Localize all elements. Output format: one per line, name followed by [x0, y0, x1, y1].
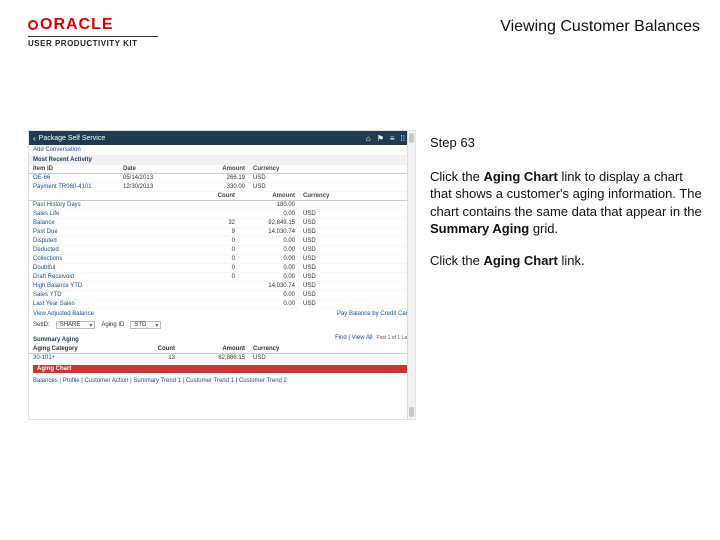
- bottom-tabs[interactable]: Balances | Profile | Customer Action | S…: [29, 376, 415, 386]
- page-title: Viewing Customer Balances: [500, 18, 700, 36]
- table-row: Disputed00.00USD: [29, 237, 415, 246]
- table-row: 30-101+ 13 82,866.15 USD: [29, 354, 415, 362]
- view-adjusted-link[interactable]: View Adjusted Balance: [33, 311, 94, 317]
- brand-product: USER PRODUCTIVITY KIT: [28, 39, 158, 48]
- home-icon[interactable]: ⌂: [366, 134, 371, 143]
- brand-logo: ORACLE: [28, 16, 158, 34]
- table-row: OE-66 05/14/2013 266.19 USD: [29, 174, 415, 183]
- table-row: Sales Life0.00USD: [29, 210, 415, 219]
- table-row: Deducted00.00USD: [29, 246, 415, 255]
- summary-aging-title: Summary Aging: [33, 334, 83, 344]
- pay-credit-link[interactable]: Pay Balance by Credit Card: [337, 311, 411, 317]
- app-screenshot: ‹ Package Self Service ⌂ ⚑ ≡ ⁞⁞ Add Conv…: [28, 130, 416, 420]
- grid-icon[interactable]: ⁞⁞: [401, 134, 405, 143]
- scrollbar[interactable]: [407, 131, 415, 419]
- table-row: High Balance YTD14,030.74USD: [29, 282, 415, 291]
- flag-icon[interactable]: ⚑: [377, 134, 384, 143]
- add-conversation-link[interactable]: Add Conversation: [29, 145, 415, 155]
- table-row: Balance3292,849.15USD: [29, 219, 415, 228]
- balance-grid-header: Count Amount Currency: [29, 192, 415, 201]
- setid-select[interactable]: SHARE: [56, 321, 96, 329]
- instruction-panel: Step 63 Click the Aging Chart link to di…: [430, 130, 702, 520]
- back-icon[interactable]: ‹: [33, 134, 36, 143]
- table-row: Past Due914,030.74USD: [29, 228, 415, 237]
- aging-grid-header: Aging Category Count Amount Currency: [29, 345, 415, 354]
- instruction-paragraph: Click the Aging Chart link.: [430, 252, 702, 270]
- table-row: Sales YTD0.00USD: [29, 291, 415, 300]
- menu-icon[interactable]: ≡: [390, 134, 395, 143]
- item-link[interactable]: OE-66: [33, 175, 123, 181]
- aging-selectors: SetID: SHARE Aging ID STD: [29, 319, 415, 331]
- step-label: Step 63: [430, 134, 702, 152]
- table-row: Doubtful00.00USD: [29, 264, 415, 273]
- table-row: Last Year Sales0.00USD: [29, 300, 415, 309]
- table-row: Draft Receivoid00.00USD: [29, 273, 415, 282]
- table-row: Payment TR060-4101 12/30/2013 330.00 USD: [29, 183, 415, 192]
- item-link[interactable]: Payment TR060-4101: [33, 184, 123, 190]
- aging-category-link[interactable]: 30-101+: [33, 355, 123, 361]
- table-row: Past History Days180.00: [29, 201, 415, 210]
- table-row: Collections00.00USD: [29, 255, 415, 264]
- find-viewall-link[interactable]: Find | View All: [335, 335, 372, 341]
- pager[interactable]: First 1 of 1 Last: [377, 335, 411, 341]
- recent-grid-header: Item ID Date Amount Currency: [29, 165, 415, 174]
- brand-block: ORACLE USER PRODUCTIVITY KIT: [28, 16, 158, 48]
- app-titlebar: ‹ Package Self Service ⌂ ⚑ ≡ ⁞⁞: [29, 131, 415, 145]
- section-most-recent: Most Recent Activity: [29, 155, 415, 165]
- app-title: Package Self Service: [39, 135, 106, 142]
- aging-chart-link[interactable]: Aging Chart: [33, 365, 411, 373]
- agingid-select[interactable]: STD: [130, 321, 161, 329]
- instruction-paragraph: Click the Aging Chart link to display a …: [430, 168, 702, 238]
